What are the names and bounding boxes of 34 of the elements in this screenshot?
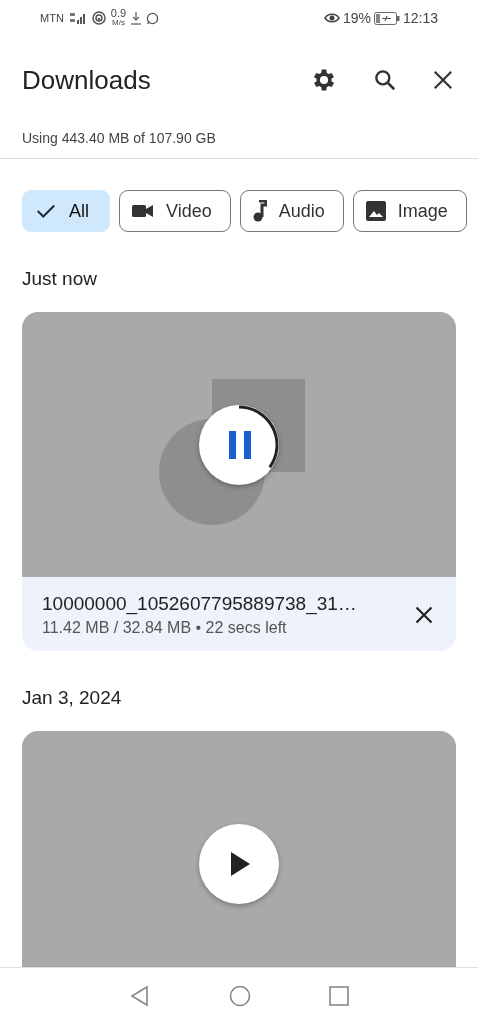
pause-icon: [227, 430, 253, 459]
eye-icon: [323, 12, 340, 24]
back-icon[interactable]: [129, 985, 151, 1007]
music-note-icon: [252, 200, 267, 222]
section-heading: Just now: [22, 267, 98, 291]
download-progress-text: 11.42 MB / 32.84 MB • 22 secs left: [42, 619, 288, 637]
battery-percent: 19%: [342, 10, 371, 26]
filter-chip[interactable]: Image: [352, 190, 467, 232]
file-name: 10000000_1052607795889738_31…: [42, 593, 358, 615]
carrier: MTN: [40, 12, 64, 24]
filter-chip[interactable]: All: [22, 190, 110, 232]
close-icon[interactable]: [432, 69, 454, 91]
play-button[interactable]: [199, 823, 279, 904]
storage-usage: Using 443.40 MB of 107.90 GB: [21, 129, 217, 148]
battery-icon: [373, 11, 400, 25]
section-heading: Jan 3, 2024: [22, 686, 123, 710]
image-icon: [365, 201, 386, 221]
recents-icon[interactable]: [329, 986, 349, 1006]
chat-icon: [146, 11, 160, 25]
download-card[interactable]: 10000000_1052607795889738_31… 11.42 MB / 32.84 MB • 22 secs left: [22, 312, 456, 651]
home-icon[interactable]: [229, 985, 251, 1007]
speed-unit: M/s: [112, 18, 125, 27]
hotspot-icon: [91, 11, 106, 25]
search-icon[interactable]: [372, 67, 398, 93]
speed-value: 0.9: [110, 9, 127, 18]
filter-chip[interactable]: Audio: [239, 190, 344, 232]
camera-icon: [132, 203, 154, 219]
filter-chip[interactable]: Video: [119, 190, 231, 232]
signal-icon: [68, 12, 87, 24]
download-icon: [131, 11, 142, 25]
play-icon: [229, 850, 251, 877]
close-icon[interactable]: [414, 605, 434, 625]
clock: 12:13: [402, 10, 438, 26]
page-title: Downloads: [22, 64, 152, 96]
